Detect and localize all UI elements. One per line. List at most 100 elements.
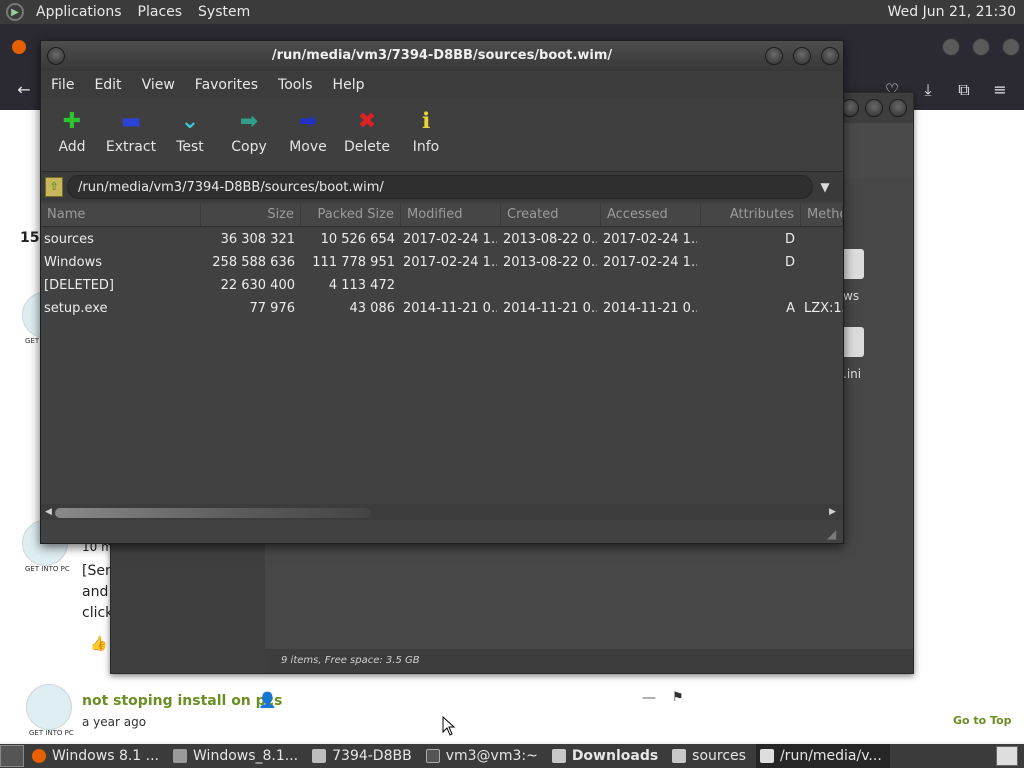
column-created[interactable]: Created bbox=[501, 204, 601, 226]
plus-icon: ✚ bbox=[62, 109, 82, 134]
taskbar-item-folder[interactable]: Windows_8.1... bbox=[169, 744, 306, 768]
delete-button[interactable]: ✖ Delete bbox=[338, 107, 396, 167]
menu-favorites[interactable]: Favorites bbox=[185, 77, 268, 93]
column-packed-size[interactable]: Packed Size bbox=[301, 204, 401, 226]
column-attributes[interactable]: Attributes bbox=[701, 204, 801, 226]
dropdown-arrow-icon[interactable]: ▼ bbox=[817, 177, 833, 197]
close-button[interactable] bbox=[821, 47, 839, 65]
file-list: Name Size Packed Size Modified Created A… bbox=[41, 204, 843, 504]
collapse-icon[interactable]: — bbox=[642, 690, 656, 706]
firefox-minimize-button[interactable] bbox=[942, 38, 960, 56]
terminal-icon bbox=[425, 749, 440, 763]
extensions-icon[interactable]: ⧉ bbox=[954, 80, 974, 100]
firefox-maximize-button[interactable] bbox=[972, 38, 990, 56]
taskbar-item-terminal[interactable]: vm3@vm3:~ bbox=[422, 744, 546, 768]
cell-size: 77 976 bbox=[249, 301, 296, 316]
taskbar-item-drive[interactable]: 7394-D8BB bbox=[308, 744, 420, 768]
cell-accessed: 2014-11-21 0... bbox=[603, 301, 697, 316]
cell-method bbox=[798, 274, 843, 297]
menu-view[interactable]: View bbox=[132, 77, 185, 93]
mouse-cursor-icon bbox=[442, 716, 456, 736]
cell-attributes: A bbox=[786, 301, 795, 316]
column-name[interactable]: Name bbox=[41, 204, 201, 226]
menu-help[interactable]: Help bbox=[323, 77, 375, 93]
like-icon[interactable]: 👍 bbox=[90, 636, 107, 652]
table-row[interactable]: [DELETED] 22 630 400 4 113 472 bbox=[41, 274, 843, 297]
cell-accessed bbox=[597, 274, 697, 297]
distro-logo-icon[interactable]: ▶ bbox=[6, 3, 24, 21]
folder-icon bbox=[173, 749, 188, 763]
fm-close-button[interactable] bbox=[889, 99, 907, 117]
copy-button[interactable]: ➡ Copy bbox=[220, 107, 278, 167]
menu-file[interactable]: File bbox=[41, 77, 84, 93]
taskbar-item-archive[interactable]: /run/media/v... bbox=[755, 744, 890, 768]
file-label[interactable]: .ini bbox=[843, 367, 861, 381]
cell-name: Windows bbox=[44, 255, 103, 270]
info-button[interactable]: ℹ Info bbox=[397, 107, 455, 167]
applications-menu[interactable]: Applications bbox=[28, 4, 130, 20]
avatar: GET INTO PC bbox=[26, 684, 74, 737]
taskbar-item-firefox[interactable]: Windows 8.1 ... bbox=[28, 744, 167, 768]
fm-maximize-button[interactable] bbox=[865, 99, 883, 117]
scroll-right-icon[interactable]: ▶ bbox=[829, 507, 839, 517]
go-to-top-link[interactable]: Go to Top bbox=[953, 714, 1012, 727]
table-row[interactable]: setup.exe 77 976 43 086 2014-11-21 0... … bbox=[41, 297, 843, 320]
menu-tools[interactable]: Tools bbox=[268, 77, 323, 93]
taskbar-item-downloads[interactable]: Downloads bbox=[548, 744, 666, 768]
add-button[interactable]: ✚ Add bbox=[43, 107, 101, 167]
column-headers: Name Size Packed Size Modified Created A… bbox=[41, 204, 843, 227]
places-menu[interactable]: Places bbox=[130, 4, 191, 20]
column-method[interactable]: Method bbox=[801, 204, 843, 226]
copy-arrow-icon: ➡ bbox=[239, 109, 259, 134]
comment-age: a year ago bbox=[82, 715, 147, 729]
menu-edit[interactable]: Edit bbox=[84, 77, 131, 93]
comment-author[interactable]: not stoping install on pcs bbox=[82, 693, 282, 709]
hamburger-menu-icon[interactable]: ≡ bbox=[990, 80, 1010, 100]
check-chevron-icon: ⌄ bbox=[180, 109, 200, 134]
location-bar: ⇧ /run/media/vm3/7394-D8BB/sources/boot.… bbox=[41, 172, 843, 202]
window-title[interactable]: /run/media/vm3/7394-D8BB/sources/boot.wi… bbox=[41, 41, 843, 71]
taskbar-item-sources[interactable]: sources bbox=[668, 744, 754, 768]
cell-name: sources bbox=[44, 232, 94, 247]
horizontal-scrollbar[interactable]: ◀ ▶ bbox=[41, 504, 843, 520]
minimize-button[interactable] bbox=[765, 47, 783, 65]
panel-clock[interactable]: Wed Jun 21, 21:30 bbox=[888, 4, 1024, 20]
extract-button[interactable]: ▬ Extract bbox=[102, 107, 160, 167]
flag-icon[interactable]: ⚑ bbox=[672, 690, 684, 705]
scrollbar-thumb[interactable] bbox=[55, 508, 371, 518]
move-button[interactable]: ➡ Move bbox=[279, 107, 337, 167]
column-modified[interactable]: Modified bbox=[401, 204, 501, 226]
cell-name: [DELETED] bbox=[44, 278, 114, 293]
download-icon[interactable]: ⤓ bbox=[918, 80, 938, 100]
comment-text-fragment: and bbox=[82, 584, 109, 600]
show-desktop-button[interactable] bbox=[0, 745, 24, 767]
comment-count: 15 bbox=[20, 230, 40, 246]
table-row[interactable]: sources 36 308 321 10 526 654 2017-02-24… bbox=[41, 228, 843, 251]
archive-icon bbox=[759, 749, 774, 763]
folder-up-icon[interactable]: ⇧ bbox=[45, 177, 63, 197]
column-size[interactable]: Size bbox=[201, 204, 301, 226]
workspace-switcher[interactable] bbox=[996, 746, 1018, 766]
cell-name: setup.exe bbox=[44, 301, 108, 316]
scroll-left-icon[interactable]: ◀ bbox=[45, 507, 55, 517]
back-icon[interactable]: ← bbox=[14, 80, 34, 100]
system-menu[interactable]: System bbox=[190, 4, 258, 20]
cell-packed-size: 4 113 472 bbox=[328, 278, 395, 293]
window-menu-button[interactable] bbox=[47, 47, 65, 65]
table-row[interactable]: Windows 258 588 636 111 778 951 2017-02-… bbox=[41, 251, 843, 274]
follow-user-icon[interactable]: 👤 bbox=[258, 691, 277, 709]
column-accessed[interactable]: Accessed bbox=[601, 204, 701, 226]
location-input[interactable]: /run/media/vm3/7394-D8BB/sources/boot.wi… bbox=[67, 175, 813, 199]
toolbar: ✚ Add ▬ Extract ⌄ Test ➡ Copy ➡ Move ✖ D… bbox=[41, 99, 843, 172]
taskbar: Windows 8.1 ... Windows_8.1... 7394-D8BB… bbox=[0, 744, 1024, 768]
menu-bar: File Edit View Favorites Tools Help bbox=[41, 71, 843, 99]
firefox-close-button[interactable] bbox=[1002, 38, 1020, 56]
maximize-button[interactable] bbox=[793, 47, 811, 65]
test-button[interactable]: ⌄ Test bbox=[161, 107, 219, 167]
window-title-text: /run/media/vm3/7394-D8BB/sources/boot.wi… bbox=[271, 48, 613, 63]
cell-size: 22 630 400 bbox=[220, 278, 295, 293]
cell-size: 36 308 321 bbox=[220, 232, 295, 247]
resize-grip-icon[interactable]: ◢ bbox=[827, 527, 841, 541]
file-label[interactable]: ws bbox=[843, 289, 859, 303]
top-panel: ▶ Applications Places System Wed Jun 21,… bbox=[0, 0, 1024, 24]
